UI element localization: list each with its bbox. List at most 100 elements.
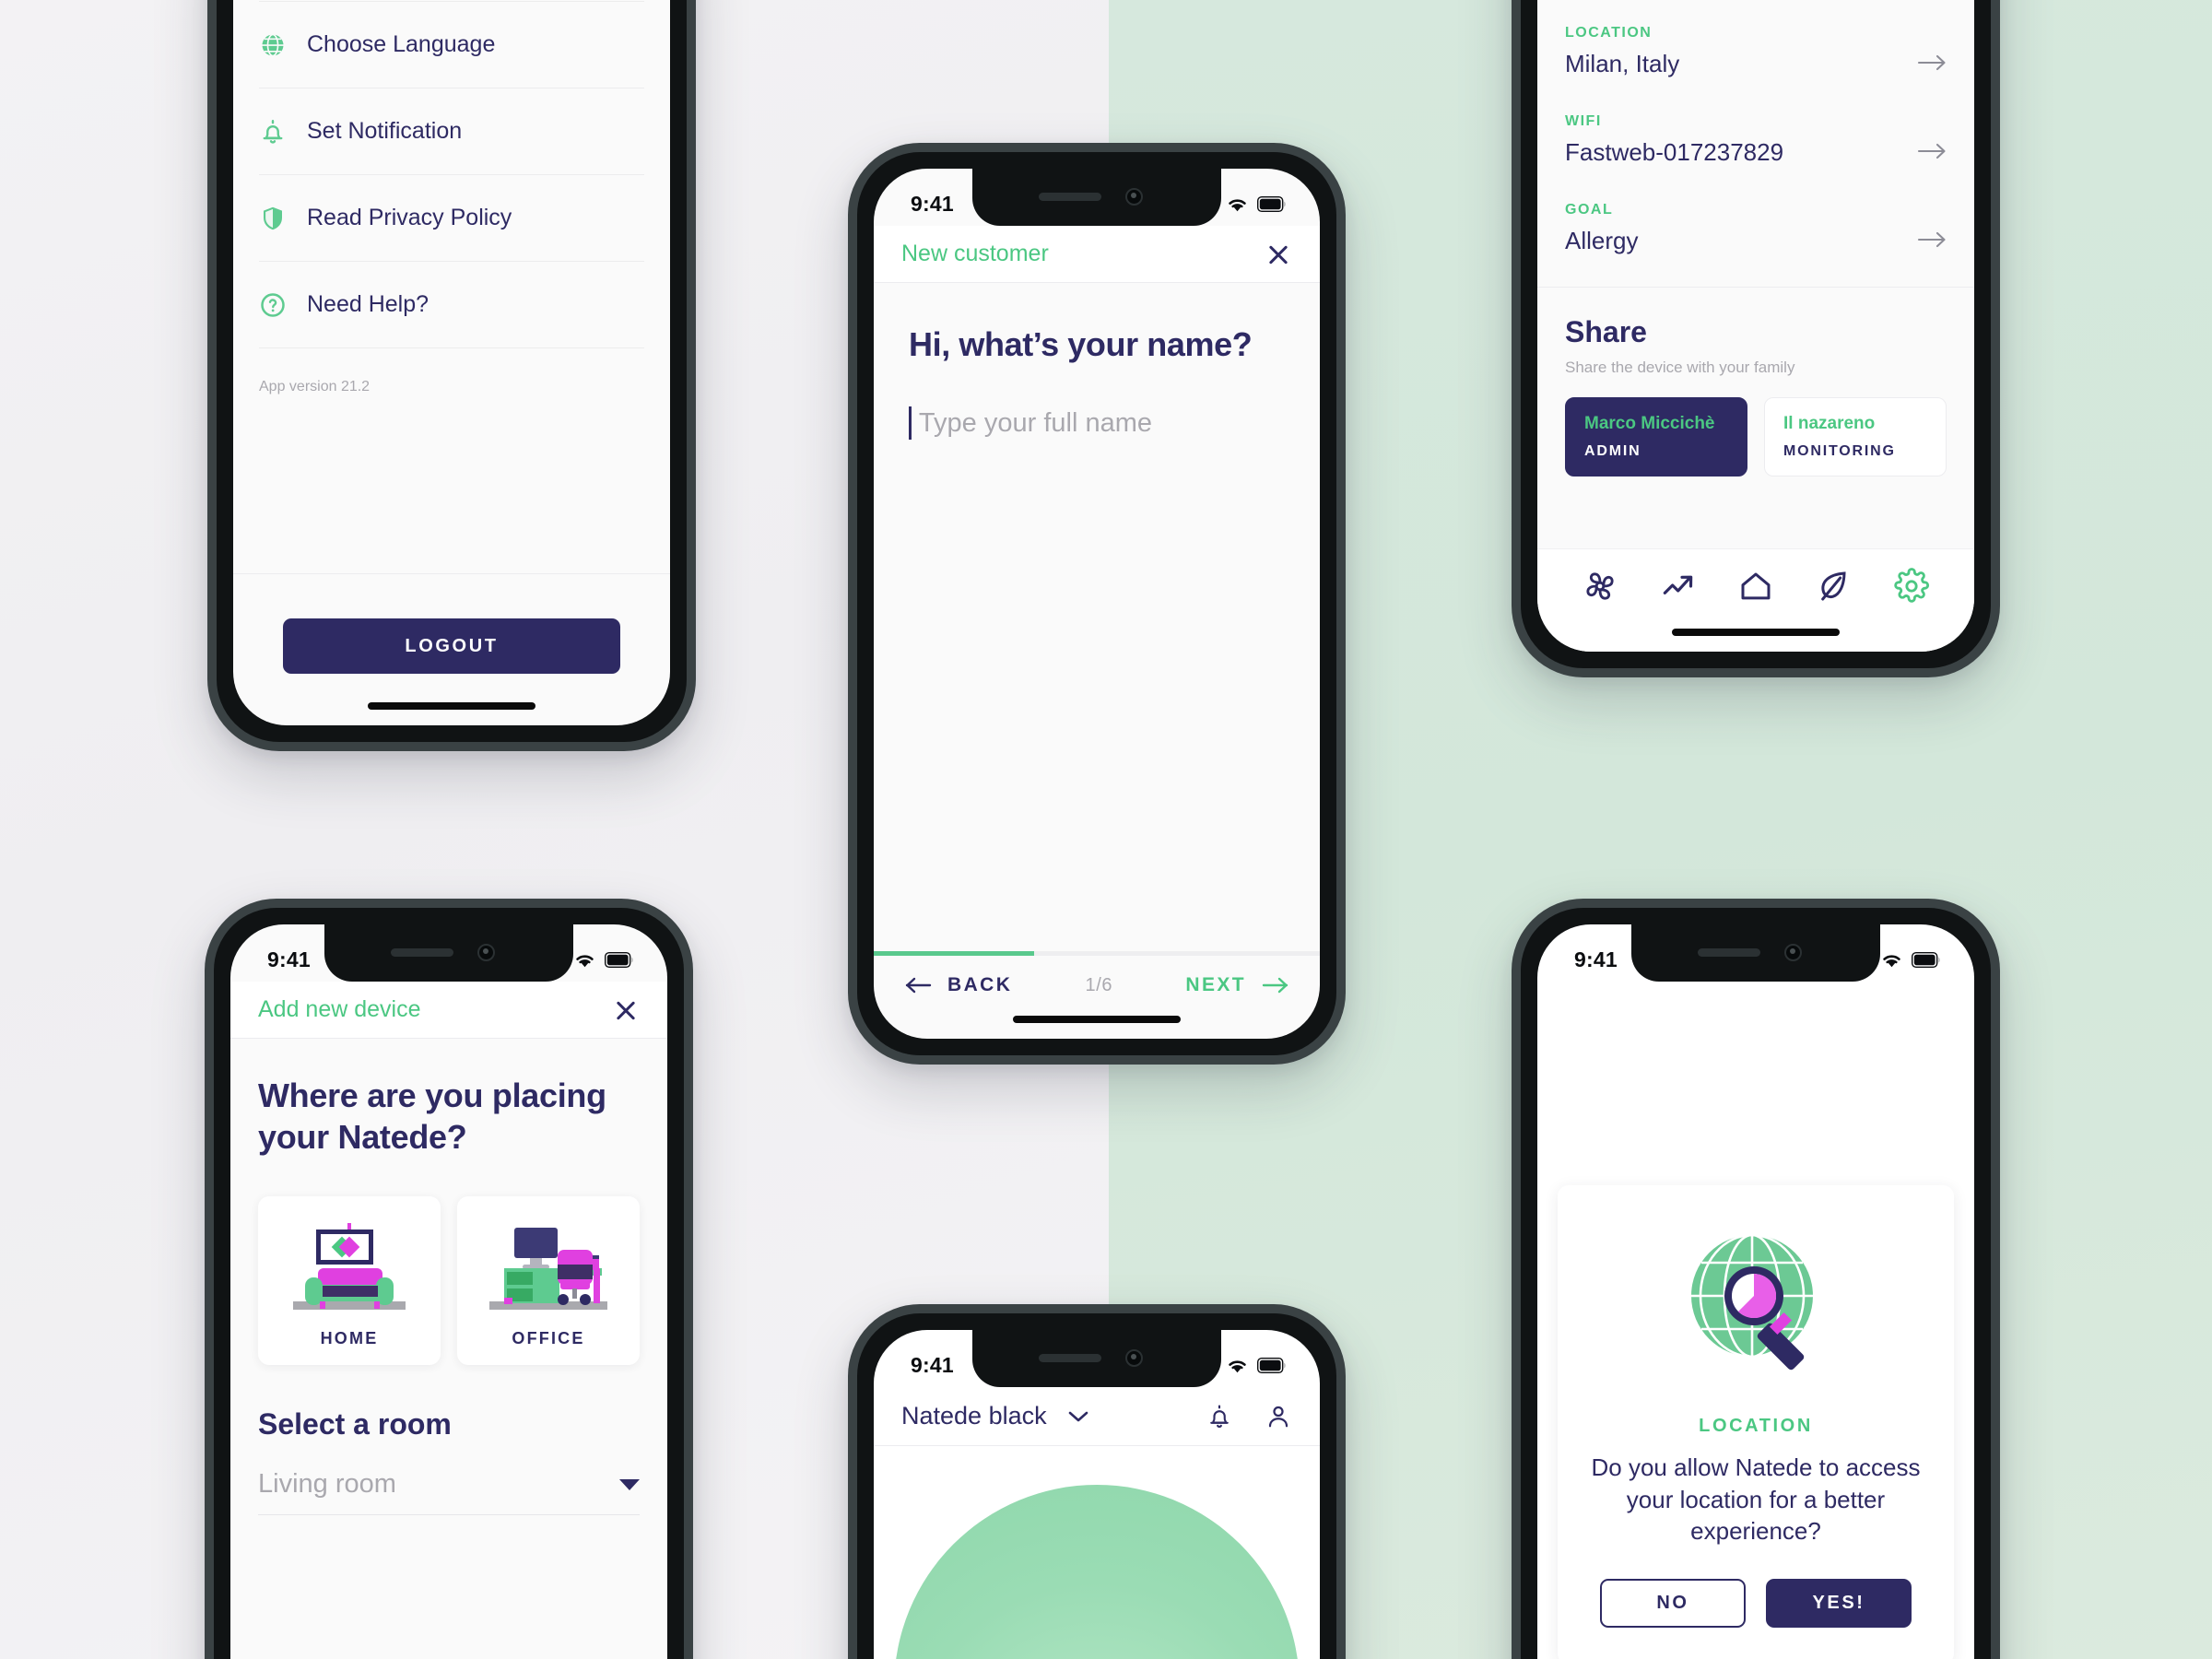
settings-item-need-help[interactable]: Need Help? (259, 262, 644, 348)
detail-row-location[interactable]: LOCATION Milan, Italy (1565, 14, 1947, 102)
notch (324, 924, 573, 982)
device-details-screen: NAME Natede black PLACE Home, Living roo… (1537, 0, 1974, 652)
full-name-field-wrap (909, 406, 1285, 440)
desk-illustration (489, 1228, 607, 1311)
add-device-appbar: Add new device (230, 982, 667, 1039)
home-indicator (368, 702, 535, 710)
globe-icon (259, 31, 287, 59)
wifi-icon (1229, 198, 1246, 211)
settings-item-privacy-policy[interactable]: Read Privacy Policy (259, 175, 644, 262)
detail-key: LOCATION (1565, 25, 1653, 41)
power-button[interactable] (692, 1212, 693, 1341)
front-camera (1784, 944, 1802, 961)
close-icon[interactable] (1265, 241, 1292, 268)
tab-home[interactable] (1737, 568, 1774, 605)
room-select[interactable]: Living room (258, 1469, 640, 1516)
phone-dashboard: 9:41 Natede black (848, 1304, 1346, 1659)
power-button[interactable] (1345, 1627, 1346, 1659)
location-kicker: LOCATION (1699, 1416, 1813, 1436)
power-button[interactable] (1999, 1212, 2000, 1341)
share-member-role: ADMIN (1584, 443, 1641, 459)
status-time: 9:41 (911, 191, 954, 216)
bell-icon[interactable] (1206, 1402, 1233, 1431)
earpiece-speaker (391, 948, 453, 957)
power-button[interactable] (1999, 300, 2000, 429)
battery-icon (1257, 195, 1286, 212)
share-subtitle: Share the device with your family (1565, 359, 1795, 376)
shield-icon (259, 205, 287, 232)
chevron-down-icon (619, 1478, 640, 1490)
phone-device-details: NAME Natede black PLACE Home, Living roo… (1512, 0, 2000, 677)
tab-settings[interactable] (1893, 568, 1930, 605)
tab-fan[interactable] (1582, 568, 1618, 605)
battery-icon (605, 951, 633, 968)
place-card-office[interactable]: OFFICE (457, 1196, 640, 1366)
battery-icon (1257, 1357, 1286, 1373)
share-heading: Share (1565, 315, 1647, 348)
share-member-role: MONITORING (1783, 443, 1896, 459)
settings-item-label: Set Notification (307, 118, 463, 144)
wizard-nav: BACK 1/6 NEXT (874, 956, 1320, 996)
share-member-card-admin[interactable]: Marco Miccichè ADMIN (1565, 397, 1747, 477)
place-card-home[interactable]: HOME (258, 1196, 441, 1366)
settings-item-label: Need Help? (307, 291, 429, 317)
question-circle-icon (259, 291, 287, 319)
detail-row-goal[interactable]: GOAL Allergy (1565, 191, 1947, 279)
share-member-name: Il nazareno (1783, 414, 1876, 433)
wifi-icon (1883, 954, 1900, 967)
logout-section: LOGOUT (233, 573, 670, 674)
mute-switch[interactable] (848, 1507, 849, 1555)
volume-down-button[interactable] (205, 1277, 206, 1361)
share-member-name: Marco Miccichè (1584, 414, 1715, 433)
tab-leaf[interactable] (1815, 568, 1852, 605)
location-permission-card: LOCATION Do you allow Natede to access y… (1558, 1185, 1954, 1659)
place-label: HOME (320, 1329, 379, 1348)
volume-up-button[interactable] (205, 1175, 206, 1260)
volume-up-button[interactable] (848, 429, 849, 519)
new-customer-appbar: New customer (874, 226, 1320, 283)
device-details-list: NAME Natede black PLACE Home, Living roo… (1537, 0, 1974, 279)
allow-button[interactable]: YES! (1766, 1578, 1912, 1628)
next-button[interactable]: NEXT (1185, 974, 1288, 996)
sofa-illustration (293, 1223, 406, 1311)
back-button[interactable]: BACK (905, 974, 1012, 996)
dashboard-appbar: Natede black (874, 1387, 1320, 1446)
battery-icon (1912, 951, 1940, 968)
logout-button[interactable]: LOGOUT (283, 618, 620, 674)
detail-value: Fastweb-017237829 (1565, 138, 1784, 166)
volume-button[interactable] (207, 295, 208, 398)
phone-new-customer: 9:41 New customer Hi, what’s your name? (848, 143, 1346, 1065)
chevron-down-icon (1068, 1411, 1088, 1422)
arrow-right-icon (1917, 231, 1946, 248)
device-switcher[interactable]: Natede black (901, 1402, 1089, 1430)
arrow-right-icon (1917, 143, 1946, 159)
next-label: NEXT (1185, 974, 1246, 995)
add-device-screen: 9:41 Add new device Where are you placin… (230, 924, 667, 1659)
settings-list: Change your Password Choose Language Set… (233, 0, 670, 348)
volume-up-button[interactable] (848, 1590, 849, 1659)
volume-down-button[interactable] (848, 539, 849, 629)
settings-item-choose-language[interactable]: Choose Language (259, 2, 644, 88)
power-button[interactable] (1345, 465, 1346, 604)
person-icon[interactable] (1265, 1402, 1292, 1431)
full-name-input[interactable] (918, 407, 1285, 439)
wifi-icon (1229, 1359, 1246, 1372)
new-customer-body: Hi, what’s your name? (874, 283, 1320, 440)
settings-item-label: Read Privacy Policy (307, 205, 512, 230)
mute-switch[interactable] (848, 346, 849, 394)
mute-switch[interactable] (205, 1097, 206, 1143)
settings-item-label: Choose Language (307, 31, 496, 57)
deny-button[interactable]: NO (1600, 1578, 1746, 1628)
close-icon[interactable] (612, 996, 640, 1024)
front-camera (1125, 188, 1143, 206)
earpiece-speaker (1698, 948, 1760, 957)
detail-row-place[interactable]: PLACE Home, Living room (1565, 0, 1947, 14)
settings-item-set-notification[interactable]: Set Notification (259, 88, 644, 175)
page-title: Where are you placing your Natede? (258, 1077, 606, 1156)
share-member-card-monitoring[interactable]: Il nazareno MONITORING (1764, 397, 1947, 477)
detail-row-wifi[interactable]: WIFI Fastweb-017237829 (1565, 102, 1947, 191)
detail-key: GOAL (1565, 202, 1614, 218)
location-permission-screen: 9:41 LOCATION Do you allow Natede to acc… (1537, 924, 1974, 1659)
tab-trending[interactable] (1660, 568, 1697, 605)
front-camera (1125, 1349, 1143, 1367)
